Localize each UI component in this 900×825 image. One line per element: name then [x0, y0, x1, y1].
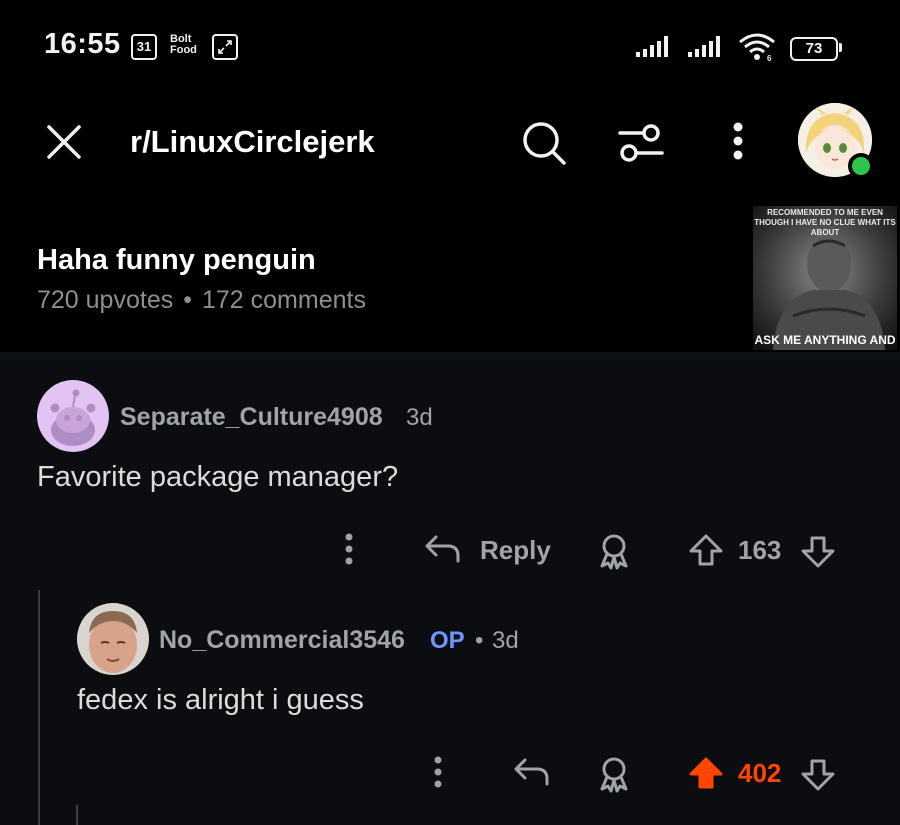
calendar-icon: 31 — [131, 34, 157, 60]
signal-sim1-icon — [636, 34, 678, 58]
upvote-active-icon[interactable] — [688, 756, 724, 790]
svg-text:6: 6 — [767, 54, 772, 62]
bolt-food-line2: Food — [170, 44, 197, 56]
time-separator: • — [475, 627, 484, 654]
comment-body: Favorite package manager? — [37, 461, 399, 493]
subreddit-title[interactable]: r/LinuxCirclejerk — [130, 124, 375, 160]
comment-avatar[interactable] — [37, 380, 109, 452]
upvote-icon[interactable] — [688, 533, 724, 567]
reply-icon[interactable] — [424, 533, 462, 565]
comment-author[interactable]: Separate_Culture4908 — [120, 403, 383, 432]
thread-line[interactable] — [38, 590, 40, 825]
post-comments-count: 172 comments — [201, 286, 366, 314]
post-upvotes: 720 upvotes — [37, 286, 174, 314]
comment-more-icon[interactable] — [431, 756, 445, 790]
online-status-dot — [848, 153, 874, 179]
post-thumbnail[interactable]: Recommended to me even though I have no … — [753, 206, 897, 350]
reply-icon[interactable] — [513, 756, 551, 788]
status-time: 16:55 — [44, 28, 121, 60]
search-icon[interactable] — [520, 119, 568, 167]
comment-time: 3d — [406, 404, 433, 431]
downvote-icon[interactable] — [800, 758, 836, 792]
filter-icon[interactable] — [616, 122, 666, 164]
comment-time: 3d — [492, 627, 519, 654]
post-meta: 720 upvotes • 172 comments — [37, 286, 366, 315]
battery-tip — [839, 43, 842, 52]
vote-count: 163 — [738, 535, 782, 565]
op-badge: OP — [430, 627, 465, 654]
section-divider — [0, 352, 900, 360]
award-icon[interactable] — [596, 755, 632, 793]
award-icon[interactable] — [596, 532, 632, 570]
comment-author[interactable]: No_Commercial3546 — [159, 626, 405, 655]
vote-count: 402 — [738, 758, 782, 788]
comment-body: fedex is alright i guess — [77, 684, 364, 716]
signal-sim2-icon — [688, 34, 730, 58]
user-avatar-button[interactable] — [798, 103, 874, 179]
meta-separator: • — [183, 286, 192, 314]
post-title[interactable]: Haha funny penguin — [37, 244, 316, 277]
screen-expand-icon — [212, 34, 238, 60]
battery-indicator: 73 — [790, 37, 838, 61]
thread-line-nested[interactable] — [76, 805, 78, 825]
more-options-icon[interactable] — [731, 122, 745, 162]
wifi-icon: 6 — [738, 32, 778, 62]
bolt-food-icon: Bolt Food — [170, 34, 197, 56]
close-icon[interactable] — [44, 122, 84, 162]
comment-more-icon[interactable] — [342, 533, 356, 567]
thumbnail-bottom-text: ASK ME ANYTHING AND — [754, 333, 896, 347]
downvote-icon[interactable] — [800, 535, 836, 569]
reply-button[interactable]: Reply — [480, 535, 551, 566]
thumbnail-top-text: Recommended to me even though I have no … — [754, 208, 896, 237]
comment-avatar[interactable] — [77, 603, 149, 675]
